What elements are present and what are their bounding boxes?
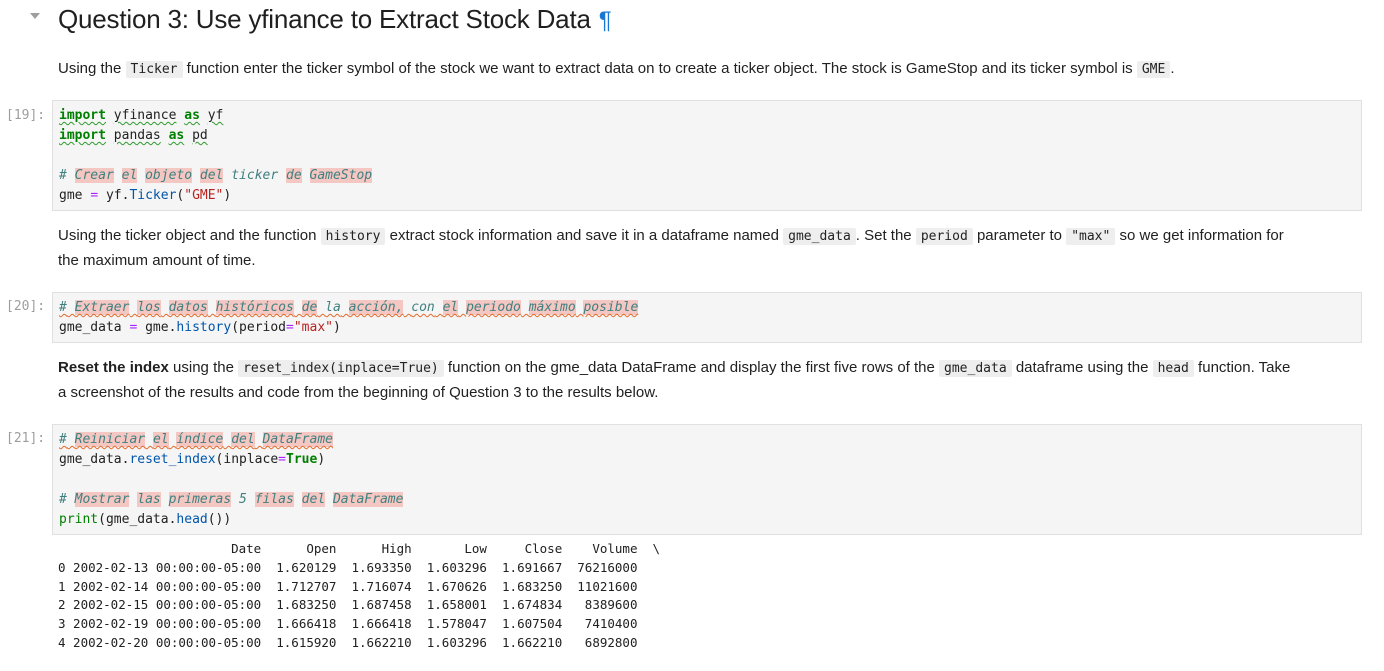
output-row: 0 2002-02-13 00:00:00-05:00 1.620129 1.6… — [58, 559, 638, 575]
param-name: inplace — [223, 452, 279, 467]
collapse-caret-icon[interactable] — [30, 13, 40, 19]
md2-text-6: the maximum amount of time. — [58, 252, 256, 269]
md3-code-head: head — [1152, 360, 1194, 377]
keyword: import — [59, 108, 106, 123]
md3-text-5: a screenshot of the results and code fro… — [58, 384, 659, 401]
builtin-function: print — [59, 512, 99, 527]
attribute: head — [176, 512, 208, 527]
code-cell-21[interactable]: # Reiniciar el índice del DataFrame gme_… — [52, 424, 1362, 535]
markdown-cell-1: Using the Ticker function enter the tick… — [58, 57, 1175, 82]
cell-prompt-20: [20]: — [6, 299, 46, 314]
attribute: history — [176, 320, 232, 335]
keyword: import — [59, 128, 106, 143]
output-row: 3 2002-02-19 00:00:00-05:00 1.666418 1.6… — [58, 616, 638, 632]
md1-code-gme: GME — [1136, 61, 1171, 78]
operator: = — [129, 320, 138, 335]
md1-text-3: . — [1170, 60, 1175, 77]
heading-text: Question 3: Use yfinance to Extract Stoc… — [58, 4, 591, 34]
output-row: 2 2002-02-15 00:00:00-05:00 1.683250 1.6… — [58, 597, 638, 613]
cell-prompt-19: [19]: — [6, 108, 46, 123]
md2-code-history: history — [320, 228, 386, 245]
keyword: as — [184, 108, 200, 123]
attribute: Ticker — [129, 188, 177, 203]
md3-text-1: using the — [168, 359, 239, 376]
code-cell-20[interactable]: # Extraer los datos históricos de la acc… — [52, 292, 1362, 343]
md3-code-gme-data: gme_data — [939, 360, 1012, 377]
keyword: as — [168, 128, 185, 143]
markdown-cell-2: Using the ticker object and the function… — [58, 224, 1358, 273]
param-name: period — [239, 320, 287, 335]
cell-prompt-21: [21]: — [6, 431, 46, 446]
code-comment: # Crear el objeto del ticker de GameStop — [59, 168, 373, 183]
string-literal: "max" — [293, 320, 333, 335]
attribute: reset_index — [129, 452, 216, 467]
md3-text-3: dataframe using the — [1011, 359, 1153, 376]
keyword: True — [286, 452, 318, 467]
md2-text-3: . Set the — [855, 227, 916, 244]
module-name: pandas — [113, 128, 161, 143]
anchor-link[interactable]: ¶ — [599, 7, 612, 34]
md3-code-reset-index: reset_index(inplace=True) — [238, 360, 444, 377]
md2-code-gme-data: gme_data — [783, 228, 856, 245]
variable: gme_data — [59, 320, 122, 335]
module-name: yfinance — [113, 108, 177, 123]
md1-text-1: Using the — [58, 60, 126, 77]
variable: gme_data — [105, 512, 169, 527]
md2-text-2: extract stock information and save it in… — [385, 227, 784, 244]
alias-name: pd — [192, 128, 208, 143]
code-cell-19[interactable]: import yfinance as yf import pandas as p… — [52, 100, 1362, 211]
md2-text-5: so we get information for — [1115, 227, 1284, 244]
md2-text-4: parameter to — [972, 227, 1067, 244]
operator: = — [90, 188, 99, 203]
code-comment: # Reiniciar el índice del DataFrame — [59, 432, 333, 447]
md3-text-2: function on the gme_data DataFrame and d… — [443, 359, 940, 376]
object-name: gme — [145, 320, 169, 335]
alias-name: yf — [207, 108, 224, 123]
code-comment: # Mostrar las primeras 5 filas del DataF… — [59, 492, 404, 507]
output-row: 4 2002-02-20 00:00:00-05:00 1.615920 1.6… — [58, 634, 638, 650]
md1-code-ticker: Ticker — [125, 61, 183, 78]
md2-text-1: Using the ticker object and the function — [58, 227, 321, 244]
output-row: 1 2002-02-14 00:00:00-05:00 1.712707 1.7… — [58, 578, 638, 594]
code-comment: # Extraer los datos históricos de la acc… — [59, 300, 639, 315]
output-header: Date Open High Low Close Volume \ — [58, 541, 661, 556]
variable: gme_data — [59, 452, 122, 467]
variable: gme — [59, 188, 83, 203]
md3-bold: Reset the index — [58, 359, 169, 376]
md3-text-4: function. Take — [1193, 359, 1291, 376]
md1-text-2: function enter the ticker symbol of the … — [182, 60, 1137, 77]
section-heading: Question 3: Use yfinance to Extract Stoc… — [58, 4, 612, 35]
md2-code-period: period — [915, 228, 973, 245]
md2-code-max: "max" — [1066, 228, 1116, 245]
markdown-cell-3: Reset the index using the reset_index(in… — [58, 356, 1358, 405]
object-name: yf — [105, 188, 122, 203]
string-literal: "GME" — [184, 188, 224, 203]
cell-output-21: Date Open High Low Close Volume \ 0 2002… — [58, 540, 660, 653]
